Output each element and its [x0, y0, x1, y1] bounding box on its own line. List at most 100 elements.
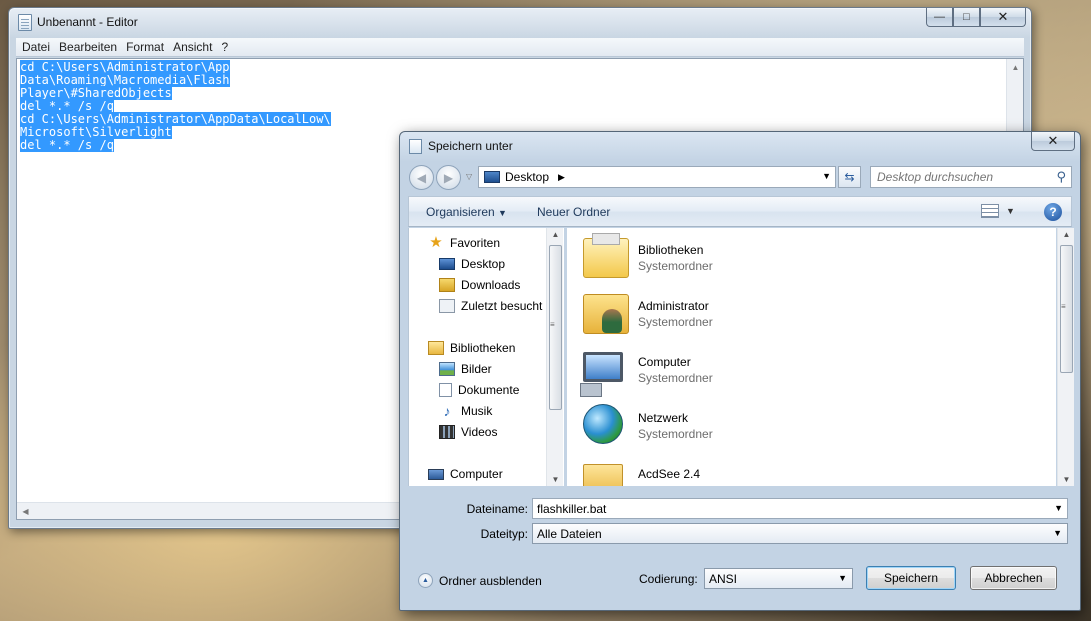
text-line: cd C:\Users\Administrator\AppData\LocalL…: [20, 112, 331, 126]
nav-documents[interactable]: Dokumente: [439, 380, 519, 400]
forward-button[interactable]: ▶: [436, 165, 461, 190]
nav-label: Bibliotheken: [450, 341, 516, 355]
search-icon[interactable]: ⚲: [1056, 169, 1066, 185]
scroll-down-arrow-icon[interactable]: ▼: [547, 475, 564, 484]
new-folder-button[interactable]: Neuer Ordner: [537, 205, 610, 219]
scroll-down-arrow-icon[interactable]: ▼: [1058, 475, 1075, 484]
back-button[interactable]: ◀: [409, 165, 434, 190]
back-arrow-icon: ◀: [416, 170, 427, 185]
encoding-select[interactable]: ANSI ▼: [704, 568, 853, 589]
list-item[interactable]: Netzwerk Systemordner: [567, 396, 1037, 452]
list-item[interactable]: Computer Systemordner: [567, 340, 1037, 397]
dialog-notepad-icon: [409, 139, 422, 154]
chevron-down-icon: ▼: [838, 573, 847, 583]
nav-desktop[interactable]: Desktop: [439, 254, 505, 274]
nav-label: Zuletzt besucht: [461, 299, 543, 313]
encoding-label: Codierung:: [639, 572, 698, 586]
menu-help[interactable]: ?: [221, 40, 235, 54]
text-line: cd C:\Users\Administrator\App: [20, 60, 230, 74]
nav-videos[interactable]: Videos: [439, 422, 497, 442]
filename-field[interactable]: ▼: [532, 498, 1068, 519]
nav-label: Bilder: [461, 362, 492, 376]
close-icon: ✕: [997, 9, 1009, 24]
desktop-icon: [484, 171, 500, 183]
list-item[interactable]: AcdSee 2.4: [567, 452, 1037, 486]
music-icon: ♪: [443, 403, 451, 419]
nav-label: Favoriten: [450, 236, 501, 250]
save-button[interactable]: Speichern: [866, 566, 956, 590]
view-options-icon[interactable]: [981, 204, 999, 218]
editor-text: cd C:\Users\Administrator\App Data\Roami…: [20, 60, 331, 152]
filename-label: Dateiname:: [466, 502, 528, 516]
nav-favorites[interactable]: ★ Favoriten: [428, 233, 500, 253]
file-name: Bibliotheken: [638, 243, 704, 257]
menu-datei[interactable]: Datei: [22, 40, 57, 54]
chevron-right-icon[interactable]: ▶: [558, 172, 565, 183]
nav-computer[interactable]: Computer: [428, 464, 503, 484]
minimize-button[interactable]: —: [926, 8, 953, 27]
nav-pictures[interactable]: Bilder: [439, 359, 492, 379]
file-name: Netzwerk: [638, 411, 689, 425]
minimize-icon: —: [934, 11, 945, 23]
notepad-titlebar[interactable]: Unbenannt - Editor — □ ✕: [9, 8, 1031, 36]
organize-label: Organisieren: [426, 205, 495, 219]
network-icon: [583, 404, 623, 444]
file-type: Systemordner: [638, 371, 713, 385]
file-type: Systemordner: [638, 315, 713, 329]
recent-locations-dropdown[interactable]: ▽: [466, 172, 472, 181]
dialog-close-button[interactable]: ✕: [1031, 132, 1075, 151]
folder-icon: [583, 464, 623, 486]
cancel-button[interactable]: Abbrechen: [970, 566, 1057, 590]
nav-libraries[interactable]: Bibliotheken: [428, 338, 515, 358]
nav-music[interactable]: ♪ Musik: [439, 401, 493, 421]
hide-folders-toggle[interactable]: ▲ Ordner ausblenden: [418, 573, 542, 588]
chevron-down-icon[interactable]: ▼: [1054, 503, 1063, 513]
file-list-scrollbar[interactable]: ▲ ≡ ▼: [1057, 228, 1074, 486]
filename-input[interactable]: [533, 499, 1014, 518]
save-as-dialog: Speichern unter ✕ ◀ ▶ ▽ Desktop ▶ ▼ ⇆ ⚲ …: [399, 131, 1081, 611]
file-list: Bibliotheken Systemordner Administrator …: [567, 228, 1056, 486]
help-button[interactable]: ?: [1044, 203, 1062, 221]
grip-icon: ≡: [550, 320, 555, 329]
organize-button[interactable]: Organisieren ▼: [426, 205, 507, 219]
menu-ansicht[interactable]: Ansicht: [173, 40, 219, 54]
nav-label: Videos: [461, 425, 498, 439]
notepad-menubar: Datei Bearbeiten Format Ansicht ?: [16, 38, 1024, 57]
menu-format[interactable]: Format: [126, 40, 171, 54]
nav-recent[interactable]: Zuletzt besucht: [439, 296, 542, 316]
navigation-scrollbar[interactable]: ▲ ≡ ▼: [546, 228, 563, 486]
nav-label: Dokumente: [458, 383, 520, 397]
chevron-down-icon[interactable]: ▼: [822, 171, 831, 181]
scroll-up-arrow-icon[interactable]: ▲: [1007, 59, 1024, 76]
refresh-button[interactable]: ⇆: [838, 166, 861, 188]
videos-icon: [439, 425, 455, 439]
text-line: Player\#SharedObjects: [20, 86, 172, 100]
text-line: Microsoft\Silverlight: [20, 125, 172, 139]
chevron-down-icon[interactable]: ▼: [1006, 206, 1015, 216]
search-input[interactable]: [877, 168, 1047, 186]
search-box[interactable]: ⚲: [870, 166, 1072, 188]
nav-label: Desktop: [461, 257, 506, 271]
nav-downloads[interactable]: Downloads: [439, 275, 520, 295]
computer-icon: [580, 352, 623, 397]
computer-icon: [428, 468, 444, 480]
maximize-button[interactable]: □: [953, 8, 980, 27]
chevron-up-icon: ▲: [418, 573, 433, 588]
file-type: Systemordner: [638, 427, 713, 441]
navigation-bar: ◀ ▶ ▽ Desktop ▶ ▼ ⇆ ⚲: [408, 164, 1072, 190]
list-item[interactable]: Administrator Systemordner: [567, 284, 1037, 340]
scroll-left-arrow-icon[interactable]: ◀: [17, 503, 34, 520]
dialog-title: Speichern unter: [428, 139, 513, 153]
scroll-up-arrow-icon[interactable]: ▲: [547, 230, 564, 239]
file-type: Systemordner: [638, 259, 713, 273]
address-desktop[interactable]: Desktop: [505, 170, 549, 184]
filetype-select[interactable]: Alle Dateien ▼: [532, 523, 1068, 544]
address-bar[interactable]: Desktop ▶ ▼: [478, 166, 836, 188]
save-options: Dateiname: ▼ Dateityp: Alle Dateien ▼ ▲ …: [408, 486, 1072, 604]
refresh-icon: ⇆: [844, 170, 855, 184]
scroll-up-arrow-icon[interactable]: ▲: [1058, 230, 1075, 239]
menu-bearbeiten[interactable]: Bearbeiten: [59, 40, 124, 54]
list-item[interactable]: Bibliotheken Systemordner: [567, 228, 1037, 284]
close-button[interactable]: ✕: [980, 8, 1026, 27]
downloads-icon: [439, 278, 455, 292]
